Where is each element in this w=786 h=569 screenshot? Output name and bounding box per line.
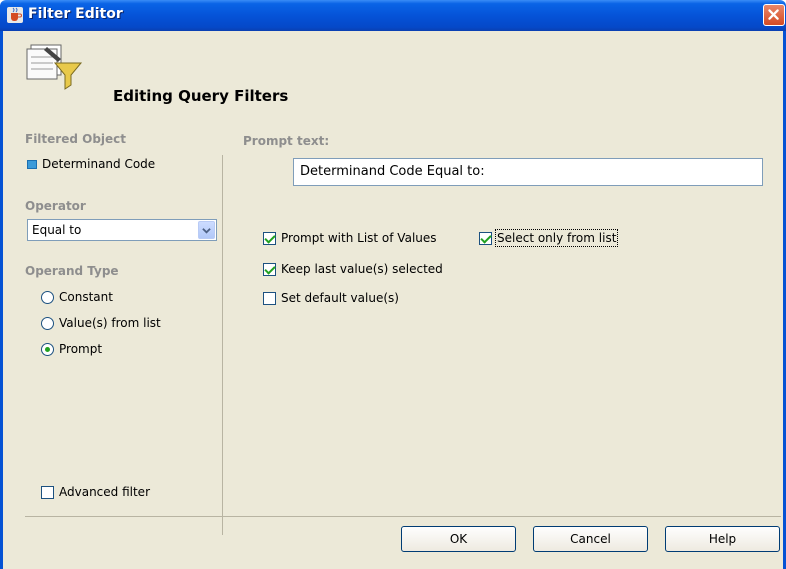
- help-button[interactable]: Help: [665, 526, 780, 552]
- ok-button[interactable]: OK: [401, 526, 516, 552]
- set-default-values-checkbox[interactable]: Set default value(s): [263, 291, 399, 305]
- filtered-object-label: Filtered Object: [25, 132, 127, 146]
- checkbox-label: Set default value(s): [281, 291, 399, 305]
- prompt-with-lov-checkbox[interactable]: Prompt with List of Values: [263, 231, 437, 245]
- checkbox[interactable]: [41, 485, 54, 499]
- radio-button-selected[interactable]: [41, 342, 54, 356]
- checkbox-label: Advanced filter: [59, 485, 151, 499]
- radio-label: Value(s) from list: [59, 316, 161, 330]
- close-icon: [768, 9, 779, 20]
- checkbox[interactable]: [263, 291, 276, 305]
- dimension-object-icon: [27, 159, 38, 170]
- close-button[interactable]: [763, 4, 785, 26]
- chevron-down-icon[interactable]: [198, 221, 215, 239]
- radio-label: Prompt: [59, 342, 103, 356]
- dialog-header: Editing Query Filters: [9, 41, 309, 105]
- keep-last-values-checkbox[interactable]: Keep last value(s) selected: [263, 262, 443, 276]
- panel-divider: [222, 155, 223, 535]
- checkbox-checked[interactable]: [479, 231, 492, 245]
- checkbox-checked[interactable]: [263, 262, 276, 276]
- radio-button[interactable]: [41, 316, 54, 330]
- prompt-text-input[interactable]: Determinand Code Equal to:: [293, 158, 763, 186]
- prompt-text-label: Prompt text:: [243, 134, 330, 148]
- select-only-from-list-checkbox[interactable]: Select only from list: [479, 229, 619, 247]
- filtered-object-value: Determinand Code: [42, 157, 156, 171]
- window-title: Filter Editor: [28, 6, 123, 22]
- checkbox-label: Select only from list: [494, 229, 619, 247]
- checkbox-checked[interactable]: [263, 231, 276, 245]
- operator-dropdown[interactable]: Equal to: [27, 219, 217, 241]
- title-bar: Filter Editor: [0, 0, 786, 31]
- operand-type-label: Operand Type: [25, 264, 119, 278]
- java-cup-icon: [7, 7, 23, 23]
- radio-button[interactable]: [41, 290, 54, 304]
- radio-label: Constant: [59, 290, 113, 304]
- dialog-body: Editing Query Filters Filtered Object De…: [0, 31, 786, 569]
- cancel-button[interactable]: Cancel: [533, 526, 648, 552]
- checkbox-label: Keep last value(s) selected: [281, 262, 443, 276]
- filtered-object: Determinand Code: [27, 157, 155, 171]
- advanced-filter-checkbox[interactable]: Advanced filter: [41, 485, 150, 499]
- radio-constant[interactable]: Constant: [41, 290, 113, 304]
- operator-label: Operator: [25, 199, 86, 213]
- dialog-heading: Editing Query Filters: [113, 87, 289, 105]
- radio-prompt[interactable]: Prompt: [41, 342, 102, 356]
- operator-value: Equal to: [32, 223, 82, 237]
- radio-values-from-list[interactable]: Value(s) from list: [41, 316, 161, 330]
- filter-funnel-icon: [26, 44, 83, 90]
- checkbox-label: Prompt with List of Values: [281, 231, 437, 245]
- footer-divider: [25, 516, 781, 517]
